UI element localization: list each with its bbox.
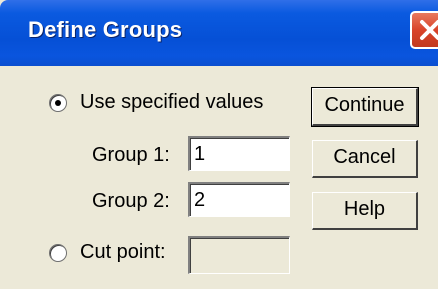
cut-point-label[interactable]: Cut point: [80, 241, 166, 264]
cancel-button[interactable]: Cancel [312, 140, 418, 178]
group1-input[interactable] [188, 136, 290, 171]
use-specified-values-radio[interactable] [49, 94, 67, 112]
window-title: Define Groups [28, 17, 183, 42]
define-groups-dialog: Define Groups Use specified values Group… [0, 0, 438, 289]
use-specified-values-label[interactable]: Use specified values [80, 91, 263, 114]
continue-button[interactable]: Continue [311, 87, 419, 127]
close-button[interactable] [410, 11, 438, 49]
close-icon [420, 20, 438, 40]
help-button[interactable]: Help [312, 192, 418, 230]
title-bar[interactable]: Define Groups [0, 0, 438, 66]
radio-selected-dot [55, 100, 61, 106]
cut-point-input[interactable] [188, 236, 290, 274]
group1-label: Group 1: [92, 144, 170, 166]
dialog-body: Use specified values Group 1: Group 2: C… [0, 66, 438, 289]
cut-point-radio[interactable] [49, 244, 67, 262]
group2-label: Group 2: [92, 190, 170, 212]
group2-input[interactable] [188, 182, 290, 217]
